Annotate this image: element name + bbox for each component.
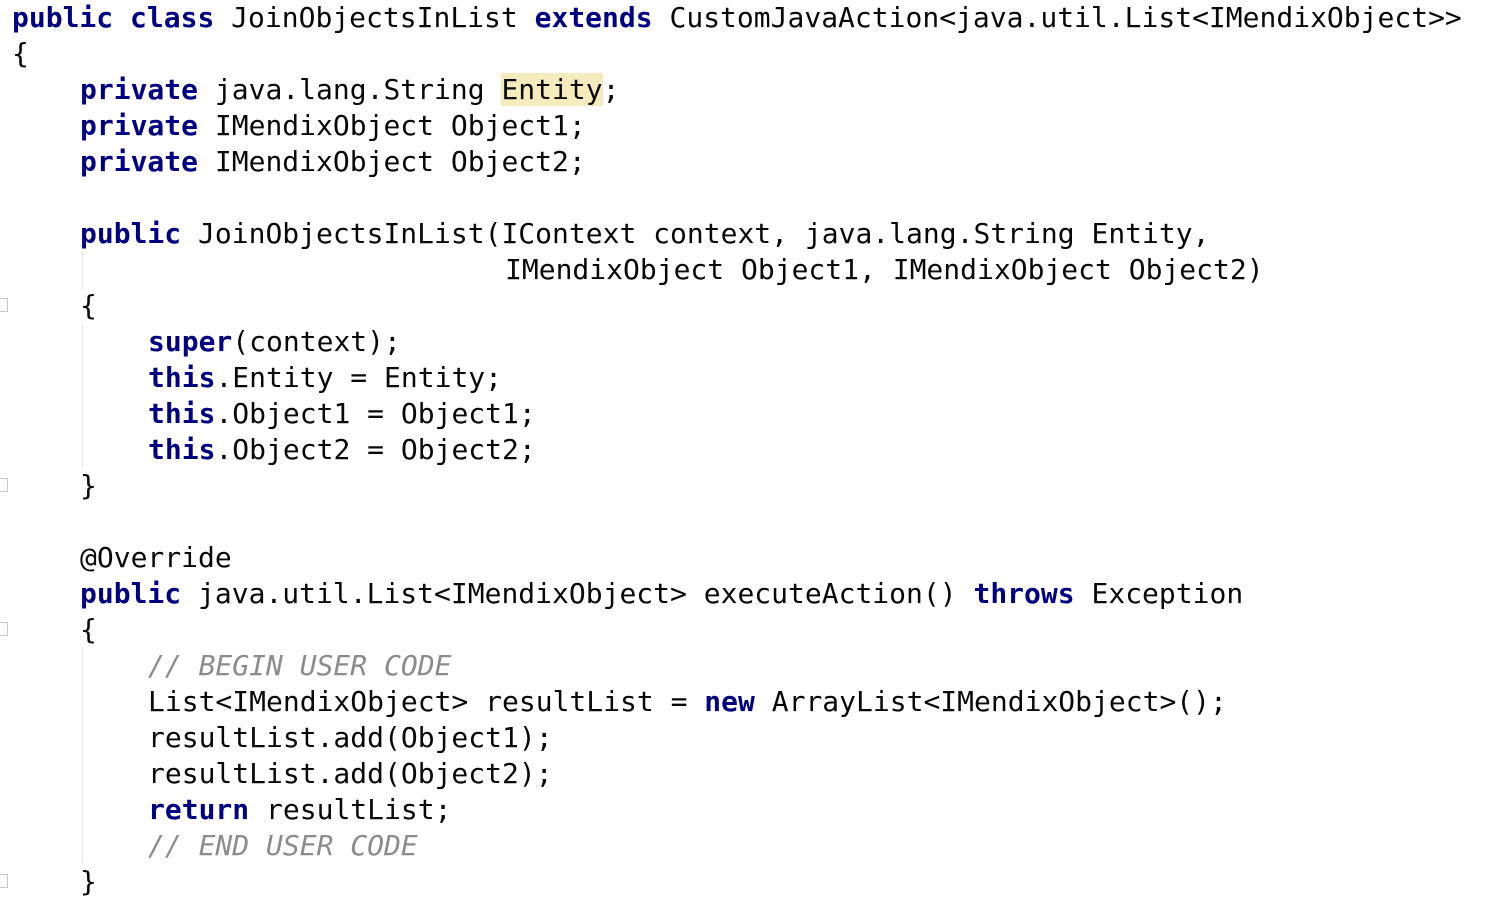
code-line-assign-object2: this.Object2 = Object2; <box>148 432 536 468</box>
code-line-assign-entity: this.Entity = Entity; <box>148 360 502 396</box>
keyword: public <box>80 217 182 250</box>
code-line-annotation: @Override <box>80 540 232 576</box>
annotation: @Override <box>80 541 232 574</box>
keyword: super <box>148 325 233 358</box>
keyword: public <box>12 1 114 34</box>
code-text: resultList; <box>249 793 452 826</box>
keyword: this <box>148 361 216 394</box>
keyword: class <box>130 1 215 34</box>
code-text: Exception <box>1074 577 1244 610</box>
code-text: ; <box>602 73 620 106</box>
code-line-comment-begin: // BEGIN USER CODE <box>148 648 451 684</box>
code-text: IMendixObject Object2; <box>198 145 586 178</box>
comment: // BEGIN USER CODE <box>148 649 452 682</box>
code-text: CustomJavaAction<java.util.List<IMendixO… <box>652 1 1462 34</box>
keyword: extends <box>534 1 653 34</box>
code-line-constructor-params: IMendixObject Object1, IMendixObject Obj… <box>505 252 1264 288</box>
code-line-field-entity: private java.lang.String Entity; <box>80 72 619 108</box>
code-text: java.util.List<IMendixObject> executeAct… <box>181 577 974 610</box>
keyword: private <box>80 73 199 106</box>
indent-guide <box>82 325 83 467</box>
fold-marker-icon[interactable] <box>0 478 8 492</box>
keyword: private <box>80 109 199 142</box>
code-line-method-signature: public java.util.List<IMendixObject> exe… <box>80 576 1243 612</box>
keyword: throws <box>973 577 1075 610</box>
code-line-constructor-signature: public JoinObjectsInList(IContext contex… <box>80 216 1209 252</box>
code-line-open-brace: { <box>80 612 97 648</box>
code-line-super-call: super(context); <box>148 324 401 360</box>
code-line-class-declaration: public class JoinObjectsInList extends C… <box>12 0 1462 36</box>
code-line-assign-object1: this.Object1 = Object1; <box>148 396 536 432</box>
keyword: public <box>80 577 182 610</box>
code-line-field-object2: private IMendixObject Object2; <box>80 144 586 180</box>
keyword: this <box>148 397 216 430</box>
indent-guide <box>82 252 83 290</box>
code-text: JoinObjectsInList(IContext context, java… <box>181 217 1210 250</box>
code-editor[interactable]: public class JoinObjectsInList extends C… <box>0 0 1487 915</box>
code-line-add-object2: resultList.add(Object2); <box>148 756 553 792</box>
code-text: resultList.add(Object2); <box>148 757 553 790</box>
indent-guide <box>82 648 83 862</box>
keyword: return <box>148 793 250 826</box>
code-text: .Entity = Entity; <box>215 361 503 394</box>
code-text: { <box>80 613 97 646</box>
fold-marker-icon[interactable] <box>0 298 8 312</box>
code-text: ArrayList<IMendixObject>(); <box>754 685 1227 718</box>
highlighted-identifier[interactable]: Entity <box>501 73 603 106</box>
keyword: new <box>704 685 755 718</box>
code-line-close-brace: } <box>80 864 97 900</box>
keyword: private <box>80 145 199 178</box>
code-text: .Object1 = Object1; <box>215 397 536 430</box>
code-text: .Object2 = Object2; <box>215 433 536 466</box>
code-text: java.lang.String <box>198 73 502 106</box>
code-text: { <box>12 37 29 70</box>
code-text: IMendixObject Object1, IMendixObject Obj… <box>505 253 1264 286</box>
code-line-comment-end: // END USER CODE <box>148 828 418 864</box>
code-text: (context); <box>232 325 401 358</box>
comment: // END USER CODE <box>148 829 418 862</box>
code-line-return: return resultList; <box>148 792 451 828</box>
code-line-result-list-declaration: List<IMendixObject> resultList = new Arr… <box>148 684 1227 720</box>
code-line-open-brace: { <box>80 288 97 324</box>
keyword: this <box>148 433 216 466</box>
code-text: resultList.add(Object1); <box>148 721 553 754</box>
fold-marker-icon[interactable] <box>0 622 8 636</box>
code-line-close-brace: } <box>80 468 97 504</box>
fold-marker-icon[interactable] <box>0 874 8 888</box>
code-text: JoinObjectsInList <box>214 1 535 34</box>
code-text: { <box>80 289 97 322</box>
code-line-add-object1: resultList.add(Object1); <box>148 720 553 756</box>
code-line-open-brace: { <box>12 36 29 72</box>
code-text: List<IMendixObject> resultList = <box>148 685 705 718</box>
code-text: } <box>80 469 97 502</box>
code-line-field-object1: private IMendixObject Object1; <box>80 108 586 144</box>
code-text: IMendixObject Object1; <box>198 109 586 142</box>
code-text: } <box>80 865 97 898</box>
